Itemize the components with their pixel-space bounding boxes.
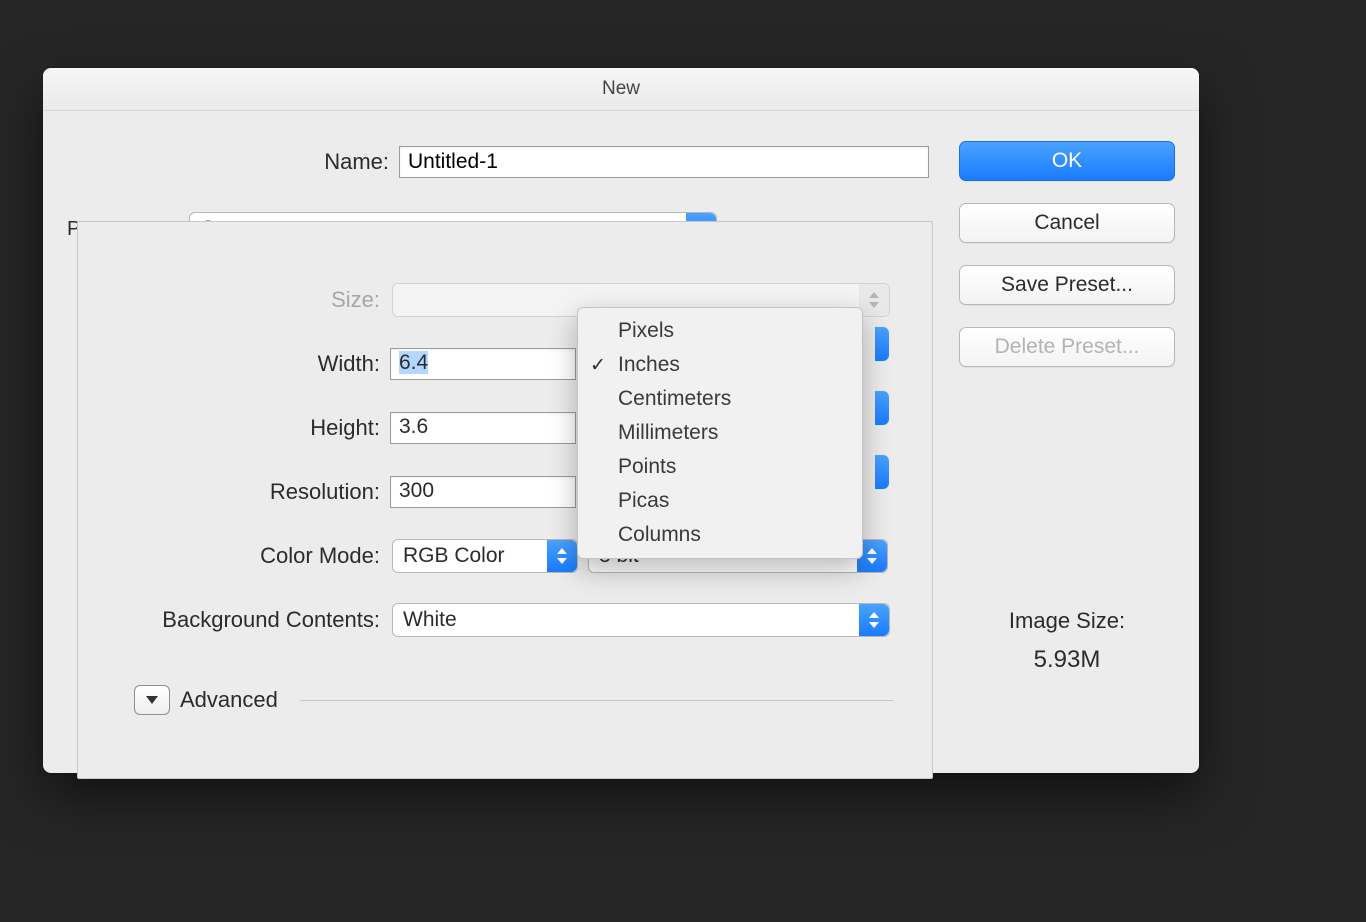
height-units-stepper-icon[interactable] (875, 391, 889, 425)
delete-preset-button: Delete Preset... (959, 327, 1175, 367)
ok-button[interactable]: OK (959, 141, 1175, 181)
advanced-disclosure-button[interactable] (134, 685, 170, 715)
menu-item-points[interactable]: Points (578, 450, 862, 484)
cancel-button[interactable]: Cancel (959, 203, 1175, 243)
color-mode-value: RGB Color (403, 544, 505, 568)
background-contents-select[interactable]: White (392, 603, 890, 637)
resolution-label: Resolution: (78, 479, 390, 505)
width-units-menu: Pixels ✓ Inches Centimeters Millimeters … (577, 307, 863, 559)
advanced-divider (300, 700, 894, 701)
menu-item-millimeters[interactable]: Millimeters (578, 416, 862, 450)
size-label: Size: (78, 287, 390, 313)
stepper-icon (547, 540, 577, 572)
background-contents-value: White (403, 608, 457, 632)
menu-item-picas[interactable]: Picas (578, 484, 862, 518)
stepper-icon (859, 284, 889, 316)
save-preset-button[interactable]: Save Preset... (959, 265, 1175, 305)
width-input[interactable]: 6.4 (390, 348, 576, 380)
menu-item-centimeters[interactable]: Centimeters (578, 382, 862, 416)
button-column: OK Cancel Save Preset... Delete Preset..… (959, 141, 1175, 367)
stepper-icon (859, 604, 889, 636)
height-input[interactable]: 3.6 (390, 412, 576, 444)
height-label: Height: (78, 415, 390, 441)
new-document-dialog: New Name: Preset: Custom Size: (43, 68, 1199, 773)
dialog-title: New (43, 68, 1199, 111)
color-mode-label: Color Mode: (78, 543, 390, 569)
check-icon: ✓ (590, 354, 606, 377)
resolution-units-stepper-icon[interactable] (875, 455, 889, 489)
menu-item-pixels[interactable]: Pixels (578, 314, 862, 348)
advanced-label: Advanced (180, 687, 278, 713)
color-mode-select[interactable]: RGB Color (392, 539, 578, 573)
image-size-display: Image Size: 5.93M (959, 608, 1175, 674)
image-size-value: 5.93M (959, 646, 1175, 674)
menu-item-inches[interactable]: ✓ Inches (578, 348, 862, 382)
name-input[interactable] (399, 146, 929, 178)
width-units-stepper-icon[interactable] (875, 327, 889, 361)
image-size-label: Image Size: (959, 608, 1175, 634)
resolution-input[interactable]: 300 (390, 476, 576, 508)
menu-item-columns[interactable]: Columns (578, 518, 862, 552)
dialog-body: Name: Preset: Custom Size: (43, 111, 1199, 774)
name-label: Name: (67, 149, 399, 175)
width-label: Width: (78, 351, 390, 377)
background-contents-label: Background Contents: (78, 607, 390, 633)
